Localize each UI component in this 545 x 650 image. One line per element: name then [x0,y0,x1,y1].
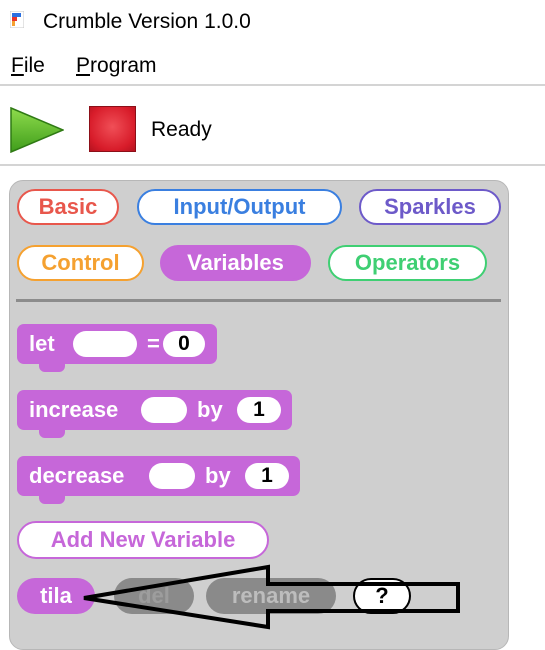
increase-block[interactable]: increase by 1 [17,390,292,438]
menu-bar: File Program [0,46,545,86]
play-icon[interactable] [10,107,64,153]
palette-divider [16,299,501,302]
let-variable-slot[interactable] [73,331,137,357]
category-operators[interactable]: Operators [328,245,487,281]
decrease-keyword: decrease [29,463,125,488]
decrease-by-label: by [205,463,231,488]
stop-icon[interactable] [89,106,136,152]
category-variables[interactable]: Variables [160,245,311,281]
decrease-block[interactable]: decrease by 1 [17,456,300,504]
toolbar-divider [0,164,545,166]
decrease-value-slot[interactable]: 1 [245,463,289,489]
increase-keyword: increase [29,397,119,422]
increase-value-slot[interactable]: 1 [237,397,281,423]
category-basic[interactable]: Basic [17,189,119,225]
category-control[interactable]: Control [17,245,144,281]
block-notch [39,430,65,438]
menu-program-mnemonic: P [76,54,91,77]
block-notch [39,496,65,504]
let-equals: = [147,331,160,356]
window-title: Crumble Version 1.0.0 [43,10,251,33]
category-sparkles[interactable]: Sparkles [359,189,501,225]
category-input-output[interactable]: Input/Output [137,189,342,225]
rename-variable-button[interactable]: rename [206,578,336,614]
delete-variable-button[interactable]: del [114,578,194,614]
increase-by-label: by [197,397,223,422]
help-button[interactable]: ? [353,578,411,614]
menu-file-rest: ile [23,54,45,77]
let-value-slot[interactable]: 0 [163,331,205,357]
variable-tila[interactable]: tila [17,578,95,614]
menu-file-mnemonic: F [11,54,24,77]
decrease-variable-slot[interactable] [149,463,195,489]
block-notch [39,364,65,372]
add-new-variable-button[interactable]: Add New Variable [17,521,269,559]
let-block[interactable]: let = 0 [17,324,217,372]
let-keyword: let [29,331,55,356]
status-text: Ready [151,118,212,141]
crumble-app-icon [10,11,24,28]
menu-file[interactable]: File [11,54,45,78]
menu-program-rest: rogram [90,54,157,77]
menu-program[interactable]: Program [76,54,157,78]
title-bar: Crumble Version 1.0.0 [0,0,545,46]
toolbar: Ready [0,86,545,164]
increase-variable-slot[interactable] [141,397,187,423]
